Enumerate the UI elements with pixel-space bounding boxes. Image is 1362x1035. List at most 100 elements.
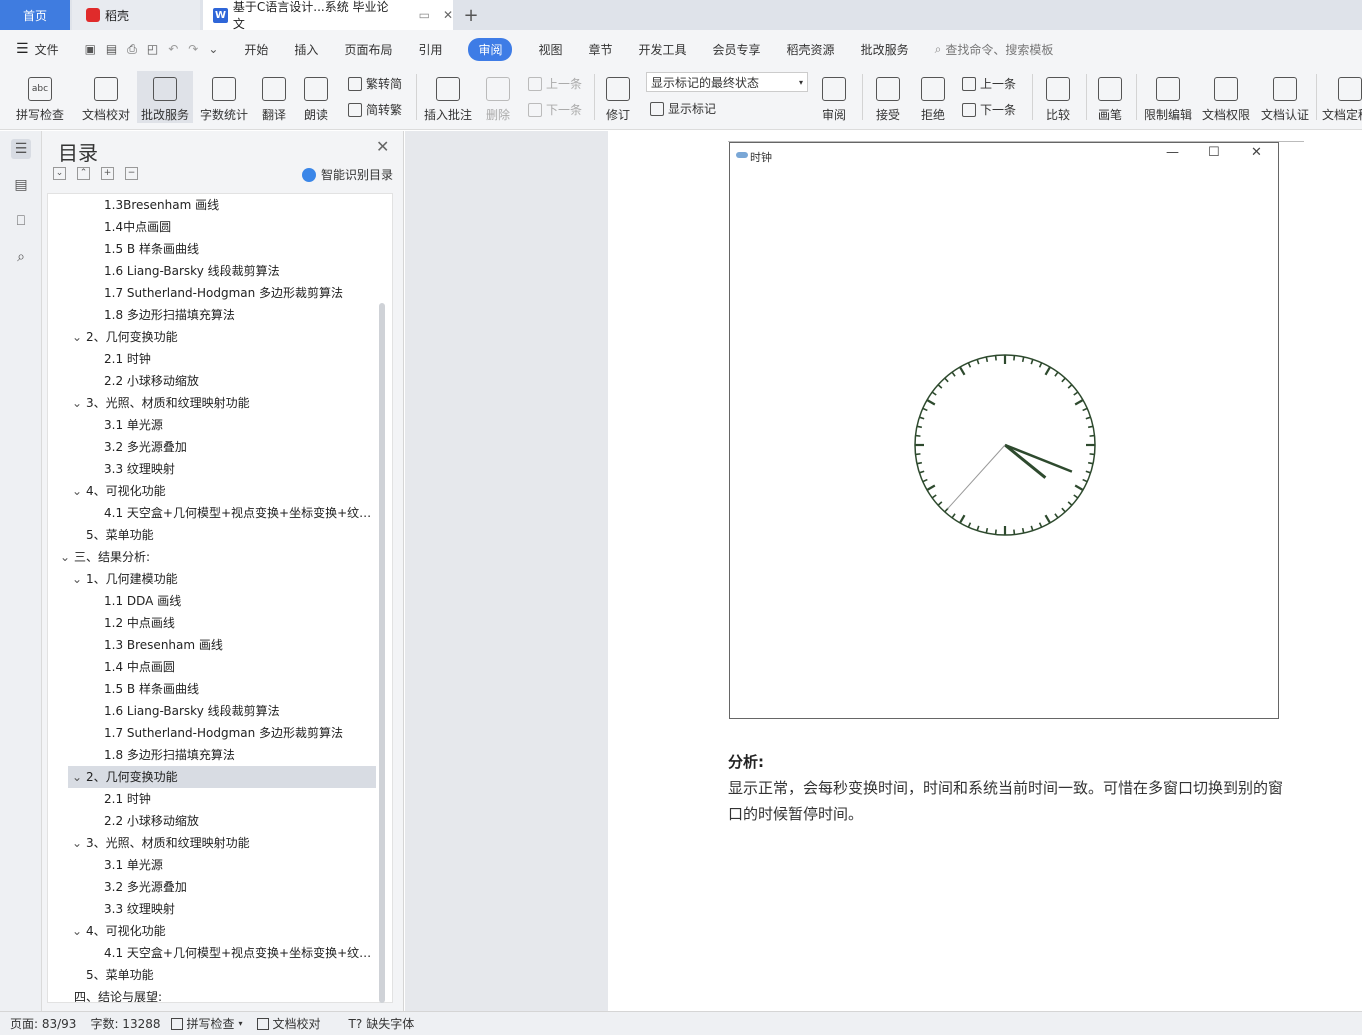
chevron-down-icon[interactable]: ⌄ [72, 766, 86, 788]
add-heading-icon[interactable]: + [101, 167, 114, 180]
expand-all-icon[interactable]: ⌃ [77, 167, 90, 180]
toc-scrollbar[interactable] [379, 303, 385, 1003]
simp-to-trad-button[interactable]: 简转繁 [348, 101, 402, 118]
prev-comment-button[interactable]: 上一条 [528, 75, 582, 92]
next-revision-button[interactable]: 下一条 [962, 101, 1016, 118]
tab-daoke[interactable]: 稻壳 [72, 0, 200, 30]
toc-item[interactable]: 4.1 天空盒+几何模型+视点变换+坐标变换+纹… [48, 942, 384, 964]
toc-item[interactable]: 2.1 时钟 [48, 348, 384, 370]
toc-item[interactable]: 3.3 纹理映射 [48, 898, 384, 920]
navigation-icon[interactable]: ▤ [11, 175, 31, 195]
status-doc-proof[interactable]: 文档校对 [256, 1015, 321, 1032]
chevron-down-icon[interactable]: ⌄ [72, 568, 86, 590]
menu-reference[interactable]: 引用 [418, 41, 442, 58]
ai-toc-button[interactable]: 智能识别目录 [302, 166, 393, 183]
toc-item[interactable]: ⌄ 1、几何建模功能 [68, 568, 376, 590]
toc-item[interactable]: 1.8 多边形扫描填充算法 [48, 304, 384, 326]
word-count-indicator[interactable]: 字数: 13288 [90, 1015, 160, 1032]
toc-item[interactable]: ⌄ 3、光照、材质和纹理映射功能 [68, 832, 376, 854]
save-icon[interactable]: ▣ [85, 42, 96, 56]
doc-finalize-button[interactable]: 文档定稿 [1322, 71, 1362, 123]
toc-item[interactable]: 1.3Bresenham 画线 [48, 194, 384, 216]
toc-item[interactable]: ⌄ 三、结果分析: [52, 546, 384, 568]
toc-item[interactable]: 1.5 B 样条画曲线 [48, 678, 384, 700]
doc-proof-button[interactable]: 文档校对 [78, 71, 134, 123]
remove-heading-icon[interactable]: − [125, 167, 138, 180]
toc-item[interactable]: 1.3 Bresenham 画线 [48, 634, 384, 656]
insert-comment-button[interactable]: 插入批注 [422, 71, 474, 123]
menu-insert[interactable]: 插入 [294, 41, 318, 58]
toc-item[interactable]: 3.1 单光源 [48, 854, 384, 876]
chevron-down-icon[interactable]: ⌄ [72, 392, 86, 414]
prev-revision-button[interactable]: 上一条 [962, 75, 1016, 92]
toc-item[interactable]: ⌄ 4、可视化功能 [68, 480, 376, 502]
show-markup-button[interactable]: 显示标记 [650, 100, 716, 117]
bookmark-icon[interactable]: ⎕ [11, 211, 31, 231]
chevron-down-icon[interactable]: ⌄ [72, 326, 86, 348]
menu-correct-service[interactable]: 批改服务 [861, 41, 909, 58]
compare-button[interactable]: 比较 [1040, 71, 1076, 123]
page-indicator[interactable]: 页面: 83/93 [10, 1015, 76, 1032]
search-icon[interactable]: ⌕ [11, 247, 31, 267]
pin-icon[interactable]: ▭ [419, 8, 430, 22]
menu-view[interactable]: 视图 [538, 41, 562, 58]
toc-item[interactable]: 3.2 多光源叠加 [48, 876, 384, 898]
next-comment-button[interactable]: 下一条 [528, 101, 582, 118]
revise-button[interactable]: 修订 [600, 71, 636, 123]
toc-item[interactable]: ⌄ 3、光照、材质和纹理映射功能 [68, 392, 376, 414]
collapse-all-icon[interactable]: ⌄ [53, 167, 66, 180]
reject-button[interactable]: 拒绝 [915, 71, 951, 123]
redo-icon[interactable]: ↷ [188, 42, 198, 56]
toc-item[interactable]: 1.7 Sutherland-Hodgman 多边形裁剪算法 [48, 722, 384, 744]
restrict-edit-button[interactable]: 限制编辑 [1142, 71, 1194, 123]
toc-item[interactable]: 1.7 Sutherland-Hodgman 多边形裁剪算法 [48, 282, 384, 304]
export-icon[interactable]: ▤ [106, 42, 117, 56]
status-missing-font[interactable]: T? 缺失字体 [349, 1015, 415, 1032]
toc-item[interactable]: 3.2 多光源叠加 [48, 436, 384, 458]
toc-item[interactable]: 2.2 小球移动缩放 [48, 810, 384, 832]
pen-button[interactable]: 画笔 [1092, 71, 1128, 123]
word-count-button[interactable]: 字数统计 [197, 71, 251, 123]
hamburger-icon[interactable]: ☰ [16, 41, 29, 57]
menu-daoke-resources[interactable]: 稻壳资源 [787, 41, 835, 58]
close-icon[interactable]: ✕ [376, 137, 389, 156]
toc-item[interactable]: 1.4 中点画圆 [48, 656, 384, 678]
toc-item[interactable]: 5、菜单功能 [68, 964, 376, 986]
toc-item[interactable]: 2.1 时钟 [48, 788, 384, 810]
delete-comment-button[interactable]: 删除 [480, 71, 516, 123]
tab-document[interactable]: W 基于C语言设计...系统 毕业论文 ▭ ✕ [203, 0, 453, 31]
toc-item[interactable]: 3.1 单光源 [48, 414, 384, 436]
toc-item[interactable]: 1.4中点画圆 [48, 216, 384, 238]
spell-check-button[interactable]: abc 拼写检查 [10, 71, 70, 123]
toc-item[interactable]: 1.6 Liang-Barsky 线段裁剪算法 [48, 700, 384, 722]
new-tab-button[interactable]: + [458, 0, 484, 30]
toc-item[interactable]: 1.8 多边形扫描填充算法 [48, 744, 384, 766]
toc-item[interactable]: ⌄ 2、几何变换功能 [68, 326, 376, 348]
chevron-down-icon[interactable]: ⌄ [72, 832, 86, 854]
toc-panel-icon[interactable]: ☰ [11, 139, 31, 159]
menu-chapter[interactable]: 章节 [589, 41, 613, 58]
toc-item[interactable]: ⌄ 4、可视化功能 [68, 920, 376, 942]
toc-item[interactable]: 1.6 Liang-Barsky 线段裁剪算法 [48, 260, 384, 282]
status-spell-check[interactable]: 拼写检查 ▾ [170, 1015, 243, 1032]
trad-to-simp-button[interactable]: 繁转简 [348, 75, 402, 92]
print-icon[interactable]: ⎙ [127, 42, 137, 57]
chevron-down-icon[interactable]: ⌄ [72, 920, 86, 942]
chevron-down-icon[interactable]: ⌄ [72, 480, 86, 502]
translate-button[interactable]: 翻译 [256, 71, 292, 123]
undo-icon[interactable]: ↶ [168, 42, 178, 56]
tab-home[interactable]: 首页 [0, 0, 70, 30]
toc-item[interactable]: 5、菜单功能 [68, 524, 376, 546]
toc-item[interactable]: 1.1 DDA 画线 [48, 590, 384, 612]
menu-file[interactable]: 文件 [35, 41, 59, 58]
toc-item[interactable]: 4.1 天空盒+几何模型+视点变换+坐标变换+纹… [48, 502, 384, 524]
read-aloud-button[interactable]: 朗读 [298, 71, 334, 123]
menu-layout[interactable]: 页面布局 [344, 41, 392, 58]
toc-item[interactable]: 3.3 纹理映射 [48, 458, 384, 480]
toc-item[interactable]: 2.2 小球移动缩放 [48, 370, 384, 392]
customize-icon[interactable]: ⌄ [208, 42, 218, 56]
toc-item[interactable]: ⌄ 2、几何变换功能 [68, 766, 376, 788]
menu-member[interactable]: 会员专享 [713, 41, 761, 58]
markup-state-select[interactable]: 显示标记的最终状态 ▾ [646, 72, 808, 92]
correct-service-button[interactable]: 批改服务 [137, 71, 193, 123]
